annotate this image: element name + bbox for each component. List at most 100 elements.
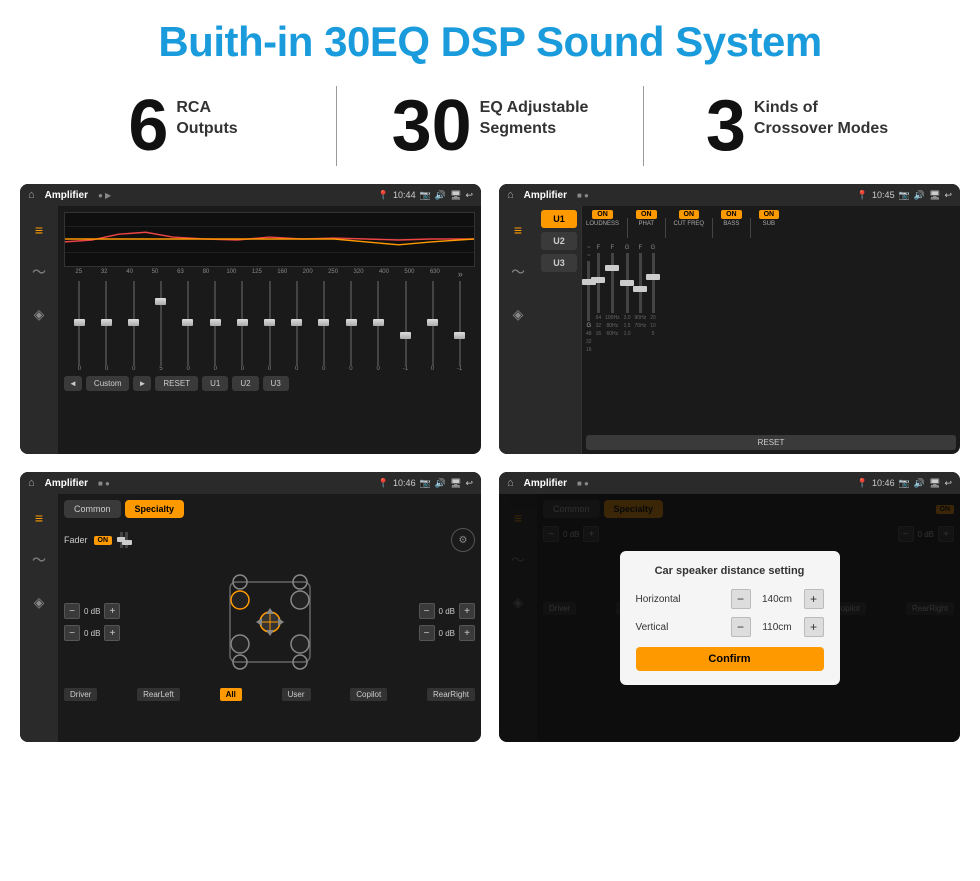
- right-bottom-minus[interactable]: −: [419, 625, 435, 641]
- vertical-plus[interactable]: +: [804, 617, 824, 637]
- sep3: [712, 218, 713, 238]
- screen-icon-2: 🖥: [929, 190, 940, 201]
- rearright-label[interactable]: RearRight: [427, 688, 475, 701]
- status-bar-1: ⌂ Amplifier ● ▶ 📍 10:44 📷 🔊 🖥 ↩: [20, 184, 481, 206]
- eq-u1-button[interactable]: U1: [202, 376, 228, 391]
- preset-u1[interactable]: U1: [541, 210, 577, 228]
- stat-eq: 30 EQ Adjustable Segments: [367, 90, 613, 162]
- preset-u3[interactable]: U3: [541, 254, 577, 272]
- horizontal-plus[interactable]: +: [804, 589, 824, 609]
- sidebar-eq-icon[interactable]: ≡: [25, 216, 53, 244]
- page-title: Buith-in 30EQ DSP Sound System: [0, 0, 980, 76]
- all-label[interactable]: All: [220, 688, 242, 701]
- slider-630[interactable]: [447, 281, 473, 366]
- slider-32[interactable]: [93, 281, 119, 366]
- slider-125[interactable]: [256, 281, 282, 366]
- settings-icon-3[interactable]: ⚙: [451, 528, 475, 552]
- volume-icon-3: 🔊: [435, 478, 446, 489]
- horizontal-label: Horizontal: [636, 594, 681, 605]
- volume-icon-4: 🔊: [914, 478, 925, 489]
- sidebar-eq-icon-2[interactable]: ≡: [504, 216, 532, 244]
- rearleft-label[interactable]: RearLeft: [137, 688, 180, 701]
- stat-number-rca: 6: [128, 90, 168, 162]
- freq-labels-row: 2532405063 80100125160200 25032040050063…: [64, 269, 475, 279]
- phat-toggle[interactable]: ON: [636, 210, 657, 219]
- stat-text-rca: RCA Outputs: [176, 90, 237, 140]
- camera-icon-3: 📷: [420, 478, 431, 489]
- preset-u2[interactable]: U2: [541, 232, 577, 250]
- sidebar-1: ≡ 〜 ◈: [20, 206, 58, 454]
- slider-40[interactable]: [120, 281, 146, 366]
- time-2: 10:45: [872, 190, 895, 200]
- user-label[interactable]: User: [282, 688, 311, 701]
- slider-50[interactable]: [148, 281, 174, 366]
- right-top-minus[interactable]: −: [419, 603, 435, 619]
- sub-toggle[interactable]: ON: [759, 210, 780, 219]
- vertical-minus[interactable]: −: [731, 617, 751, 637]
- screen-dialog: ⌂ Amplifier ■ ● 📍 10:46 📷 🔊 🖥 ↩ ≡ 〜 ◈ Co…: [499, 472, 960, 742]
- sidebar-speaker-icon[interactable]: ◈: [25, 300, 53, 328]
- loudness-slider[interactable]: [587, 261, 590, 321]
- loudness-val: G: [586, 323, 591, 329]
- driver-label[interactable]: Driver: [64, 688, 97, 701]
- eq-reset-button[interactable]: RESET: [155, 376, 198, 391]
- sidebar-wave-icon-2[interactable]: 〜: [504, 258, 532, 286]
- tab-common[interactable]: Common: [64, 500, 121, 518]
- slider-63[interactable]: [175, 281, 201, 366]
- app-name-3: Amplifier: [45, 478, 88, 489]
- cutfreq-slider[interactable]: [611, 253, 614, 313]
- left-top-plus[interactable]: +: [104, 603, 120, 619]
- cutfreq-toggle[interactable]: ON: [679, 210, 700, 219]
- camera-icon-2: 📷: [899, 190, 910, 201]
- sidebar-speaker-icon-3[interactable]: ◈: [25, 588, 53, 616]
- bass-g-slider[interactable]: [626, 253, 629, 313]
- tab-specialty[interactable]: Specialty: [125, 500, 185, 518]
- slider-400[interactable]: [392, 281, 418, 366]
- horizontal-minus[interactable]: −: [731, 589, 751, 609]
- right-bottom-plus[interactable]: +: [459, 625, 475, 641]
- left-controls: − 0 dB + − 0 dB +: [64, 603, 120, 641]
- status-bar-2: ⌂ Amplifier ■ ● 📍 10:45 📷 🔊 🖥 ↩: [499, 184, 960, 206]
- phat-slider[interactable]: [597, 253, 600, 313]
- slider-100[interactable]: [229, 281, 255, 366]
- bass-f-slider[interactable]: [639, 253, 642, 313]
- sub-slider[interactable]: [652, 253, 655, 313]
- eq-graph: [64, 212, 475, 267]
- loudness-toggle[interactable]: ON: [592, 210, 613, 219]
- fader-toggle[interactable]: ON: [94, 536, 113, 545]
- slider-500[interactable]: [420, 281, 446, 366]
- amp-reset-button[interactable]: RESET: [586, 435, 956, 450]
- eq-u3-button[interactable]: U3: [263, 376, 289, 391]
- sidebar-speaker-icon-2[interactable]: ◈: [504, 300, 532, 328]
- slider-320[interactable]: [365, 281, 391, 366]
- slider-200[interactable]: [311, 281, 337, 366]
- left-bottom-plus[interactable]: +: [104, 625, 120, 641]
- stat-divider-2: [643, 86, 644, 166]
- screen-icon-1: 🖥: [450, 190, 461, 201]
- phat-label: PHAT: [638, 221, 654, 227]
- right-top-plus[interactable]: +: [459, 603, 475, 619]
- bass-toggle[interactable]: ON: [721, 210, 742, 219]
- home-icon-3: ⌂: [28, 477, 35, 489]
- slider-25[interactable]: [66, 281, 92, 366]
- left-top-minus[interactable]: −: [64, 603, 80, 619]
- loudness-slider-group: ~ ~ G 48 32 16: [586, 245, 592, 353]
- vertical-value: 110cm: [755, 622, 800, 633]
- eq-prev-button[interactable]: ◄: [64, 376, 82, 391]
- slider-80[interactable]: [202, 281, 228, 366]
- sidebar-wave-icon-3[interactable]: 〜: [25, 546, 53, 574]
- slider-160[interactable]: [284, 281, 310, 366]
- eq-custom-button[interactable]: Custom: [86, 376, 130, 391]
- slider-250[interactable]: [338, 281, 364, 366]
- confirm-button[interactable]: Confirm: [636, 647, 824, 671]
- sidebar-wave-icon[interactable]: 〜: [25, 258, 53, 286]
- screens-grid: ⌂ Amplifier ● ▶ 📍 10:44 📷 🔊 🖥 ↩ ≡ 〜 ◈: [0, 184, 980, 742]
- home-icon-1: ⌂: [28, 189, 35, 201]
- eq-next-button[interactable]: ►: [133, 376, 151, 391]
- copilot-label[interactable]: Copilot: [350, 688, 387, 701]
- left-bottom-minus[interactable]: −: [64, 625, 80, 641]
- sidebar-eq-icon-3[interactable]: ≡: [25, 504, 53, 532]
- amp-toggles-row: ON LOUDNESS ON PHAT ON CUT FREQ: [586, 210, 956, 238]
- record-icon-1: ● ▶: [98, 191, 111, 200]
- eq-u2-button[interactable]: U2: [232, 376, 258, 391]
